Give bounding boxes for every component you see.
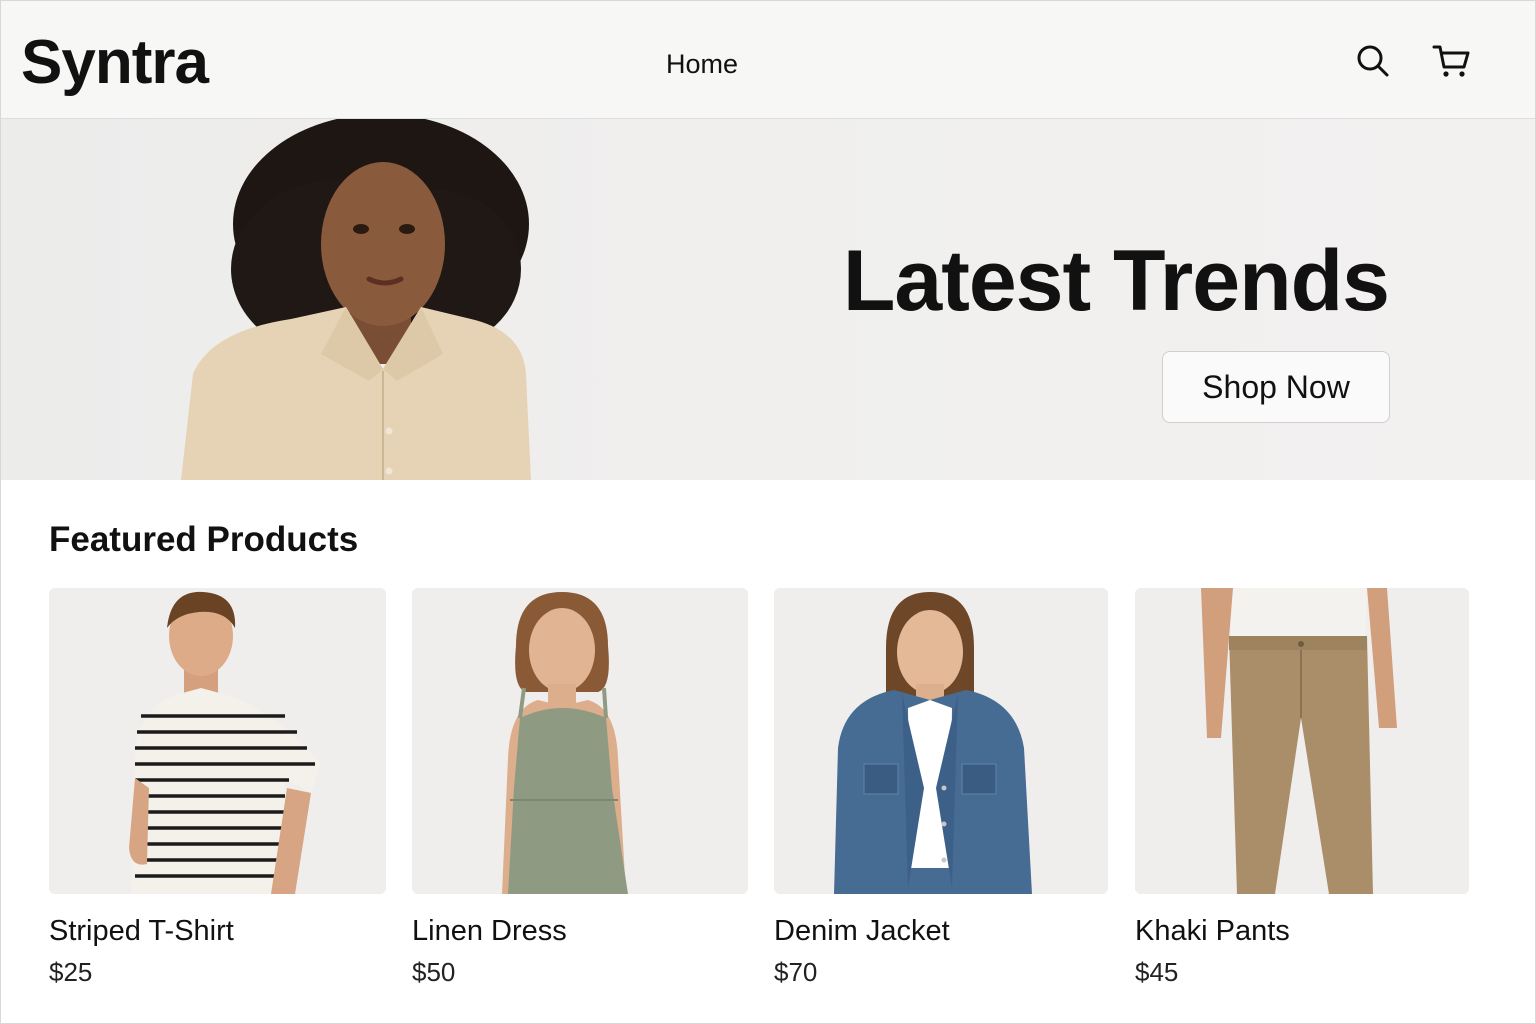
- nav-link-home[interactable]: Home: [666, 47, 738, 81]
- hero-title: Latest Trends: [842, 233, 1390, 329]
- search-icon: [1357, 45, 1389, 77]
- page: Syntra Home Latest Trends Shop Now Featu…: [0, 0, 1536, 1024]
- hero-banner: Latest Trends Shop Now: [1, 119, 1535, 480]
- site-header: Syntra Home: [1, 1, 1535, 119]
- cart-button[interactable]: [1431, 41, 1471, 81]
- search-button[interactable]: [1353, 41, 1393, 81]
- product-image-striped-t-shirt[interactable]: [49, 588, 386, 894]
- shop-now-button[interactable]: Shop Now: [1162, 351, 1390, 423]
- product-card-denim-jacket[interactable]: Denim Jacket $70: [774, 588, 1108, 988]
- product-card-khaki-pants[interactable]: Khaki Pants $45: [1135, 588, 1469, 988]
- product-price: $25: [49, 957, 93, 987]
- product-image-denim-jacket[interactable]: [774, 588, 1108, 894]
- product-image-khaki-pants[interactable]: [1135, 588, 1469, 894]
- brand-logo[interactable]: Syntra: [21, 27, 209, 99]
- cart-icon: [1432, 45, 1470, 77]
- product-price: $50: [412, 957, 456, 987]
- product-card-striped-t-shirt[interactable]: Striped T-Shirt $25: [49, 588, 386, 988]
- product-card-linen-dress[interactable]: Linen Dress $50: [412, 588, 748, 988]
- product-name[interactable]: Striped T-Shirt: [49, 914, 386, 948]
- section-title-featured: Featured Products: [49, 520, 359, 559]
- product-name[interactable]: Linen Dress: [412, 914, 748, 948]
- product-image-linen-dress[interactable]: [412, 588, 748, 894]
- product-name[interactable]: Khaki Pants: [1135, 914, 1469, 948]
- product-price: $45: [1135, 957, 1179, 987]
- hero-model-image: [181, 119, 531, 480]
- product-price: $70: [774, 957, 818, 987]
- product-name[interactable]: Denim Jacket: [774, 914, 1108, 948]
